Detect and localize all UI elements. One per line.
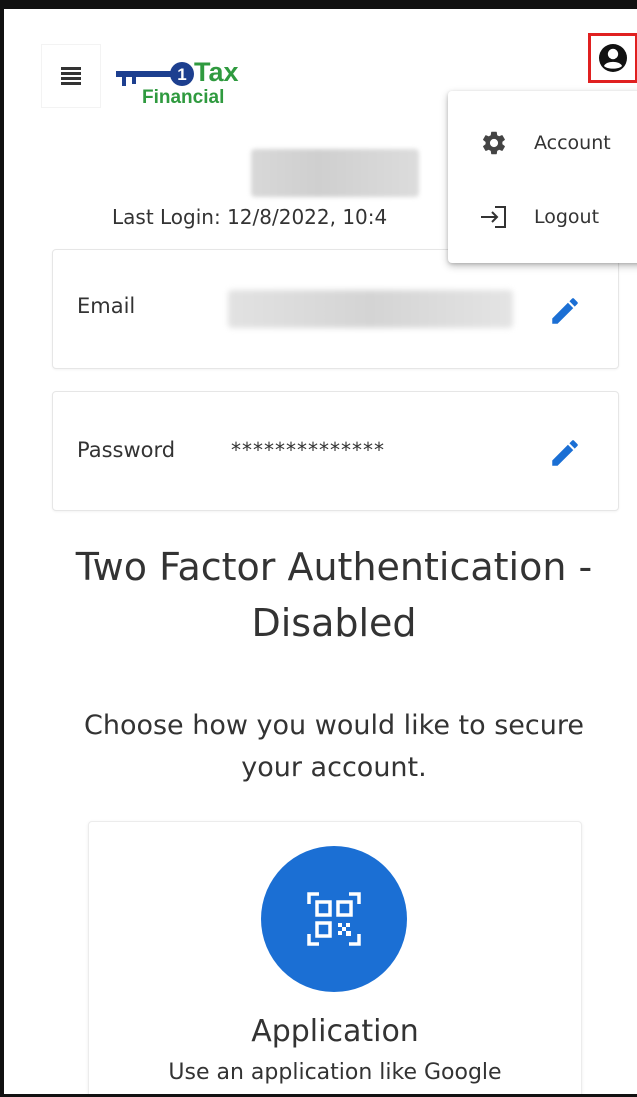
- app-frame: 1 Tax Financial Account Logout Last Logi…: [0, 0, 637, 1097]
- user-name-redacted: [251, 149, 419, 197]
- two-factor-title: Two Factor Authentication - Disabled: [75, 545, 593, 645]
- password-label: Password: [77, 438, 176, 462]
- pencil-icon: [552, 298, 578, 324]
- company-logo[interactable]: 1 Tax Financial: [112, 53, 262, 111]
- password-value: **************: [231, 438, 385, 462]
- logout-icon: [474, 202, 514, 232]
- tfa-option-description: Use an application like Google: [168, 1060, 502, 1085]
- menu-button[interactable]: [42, 45, 100, 107]
- qr-code-icon: [307, 892, 361, 946]
- two-factor-subtitle: Choose how you would like to secure your…: [83, 710, 584, 783]
- gear-icon: [474, 128, 514, 158]
- email-label: Email: [77, 294, 136, 318]
- user-account-button[interactable]: [588, 33, 637, 83]
- edit-password-button[interactable]: [542, 430, 588, 476]
- qr-code-icon-circle: [261, 846, 407, 992]
- logo-number: 1: [177, 65, 186, 84]
- email-value-redacted: [228, 290, 513, 328]
- pencil-icon: [552, 440, 578, 466]
- edit-email-button[interactable]: [542, 288, 588, 334]
- logo-text-financial: Financial: [142, 87, 225, 108]
- tfa-option-application[interactable]: Application Use an application like Goog…: [88, 821, 582, 1094]
- menu-item-account[interactable]: Account: [448, 113, 637, 173]
- password-card: Password **************: [52, 391, 619, 511]
- last-login-text: Last Login: 12/8/2022, 10:4: [112, 205, 388, 229]
- menu-item-logout-label: Logout: [534, 206, 600, 228]
- tfa-option-title: Application: [251, 1014, 419, 1049]
- account-circle-icon: [599, 44, 627, 72]
- menu-item-logout[interactable]: Logout: [448, 187, 637, 247]
- logo-text-tax: Tax: [194, 57, 239, 87]
- menu-item-account-label: Account: [534, 132, 611, 154]
- email-card: Email: [52, 249, 619, 369]
- hamburger-icon: [61, 67, 81, 85]
- user-dropdown-menu: Account Logout: [448, 91, 637, 263]
